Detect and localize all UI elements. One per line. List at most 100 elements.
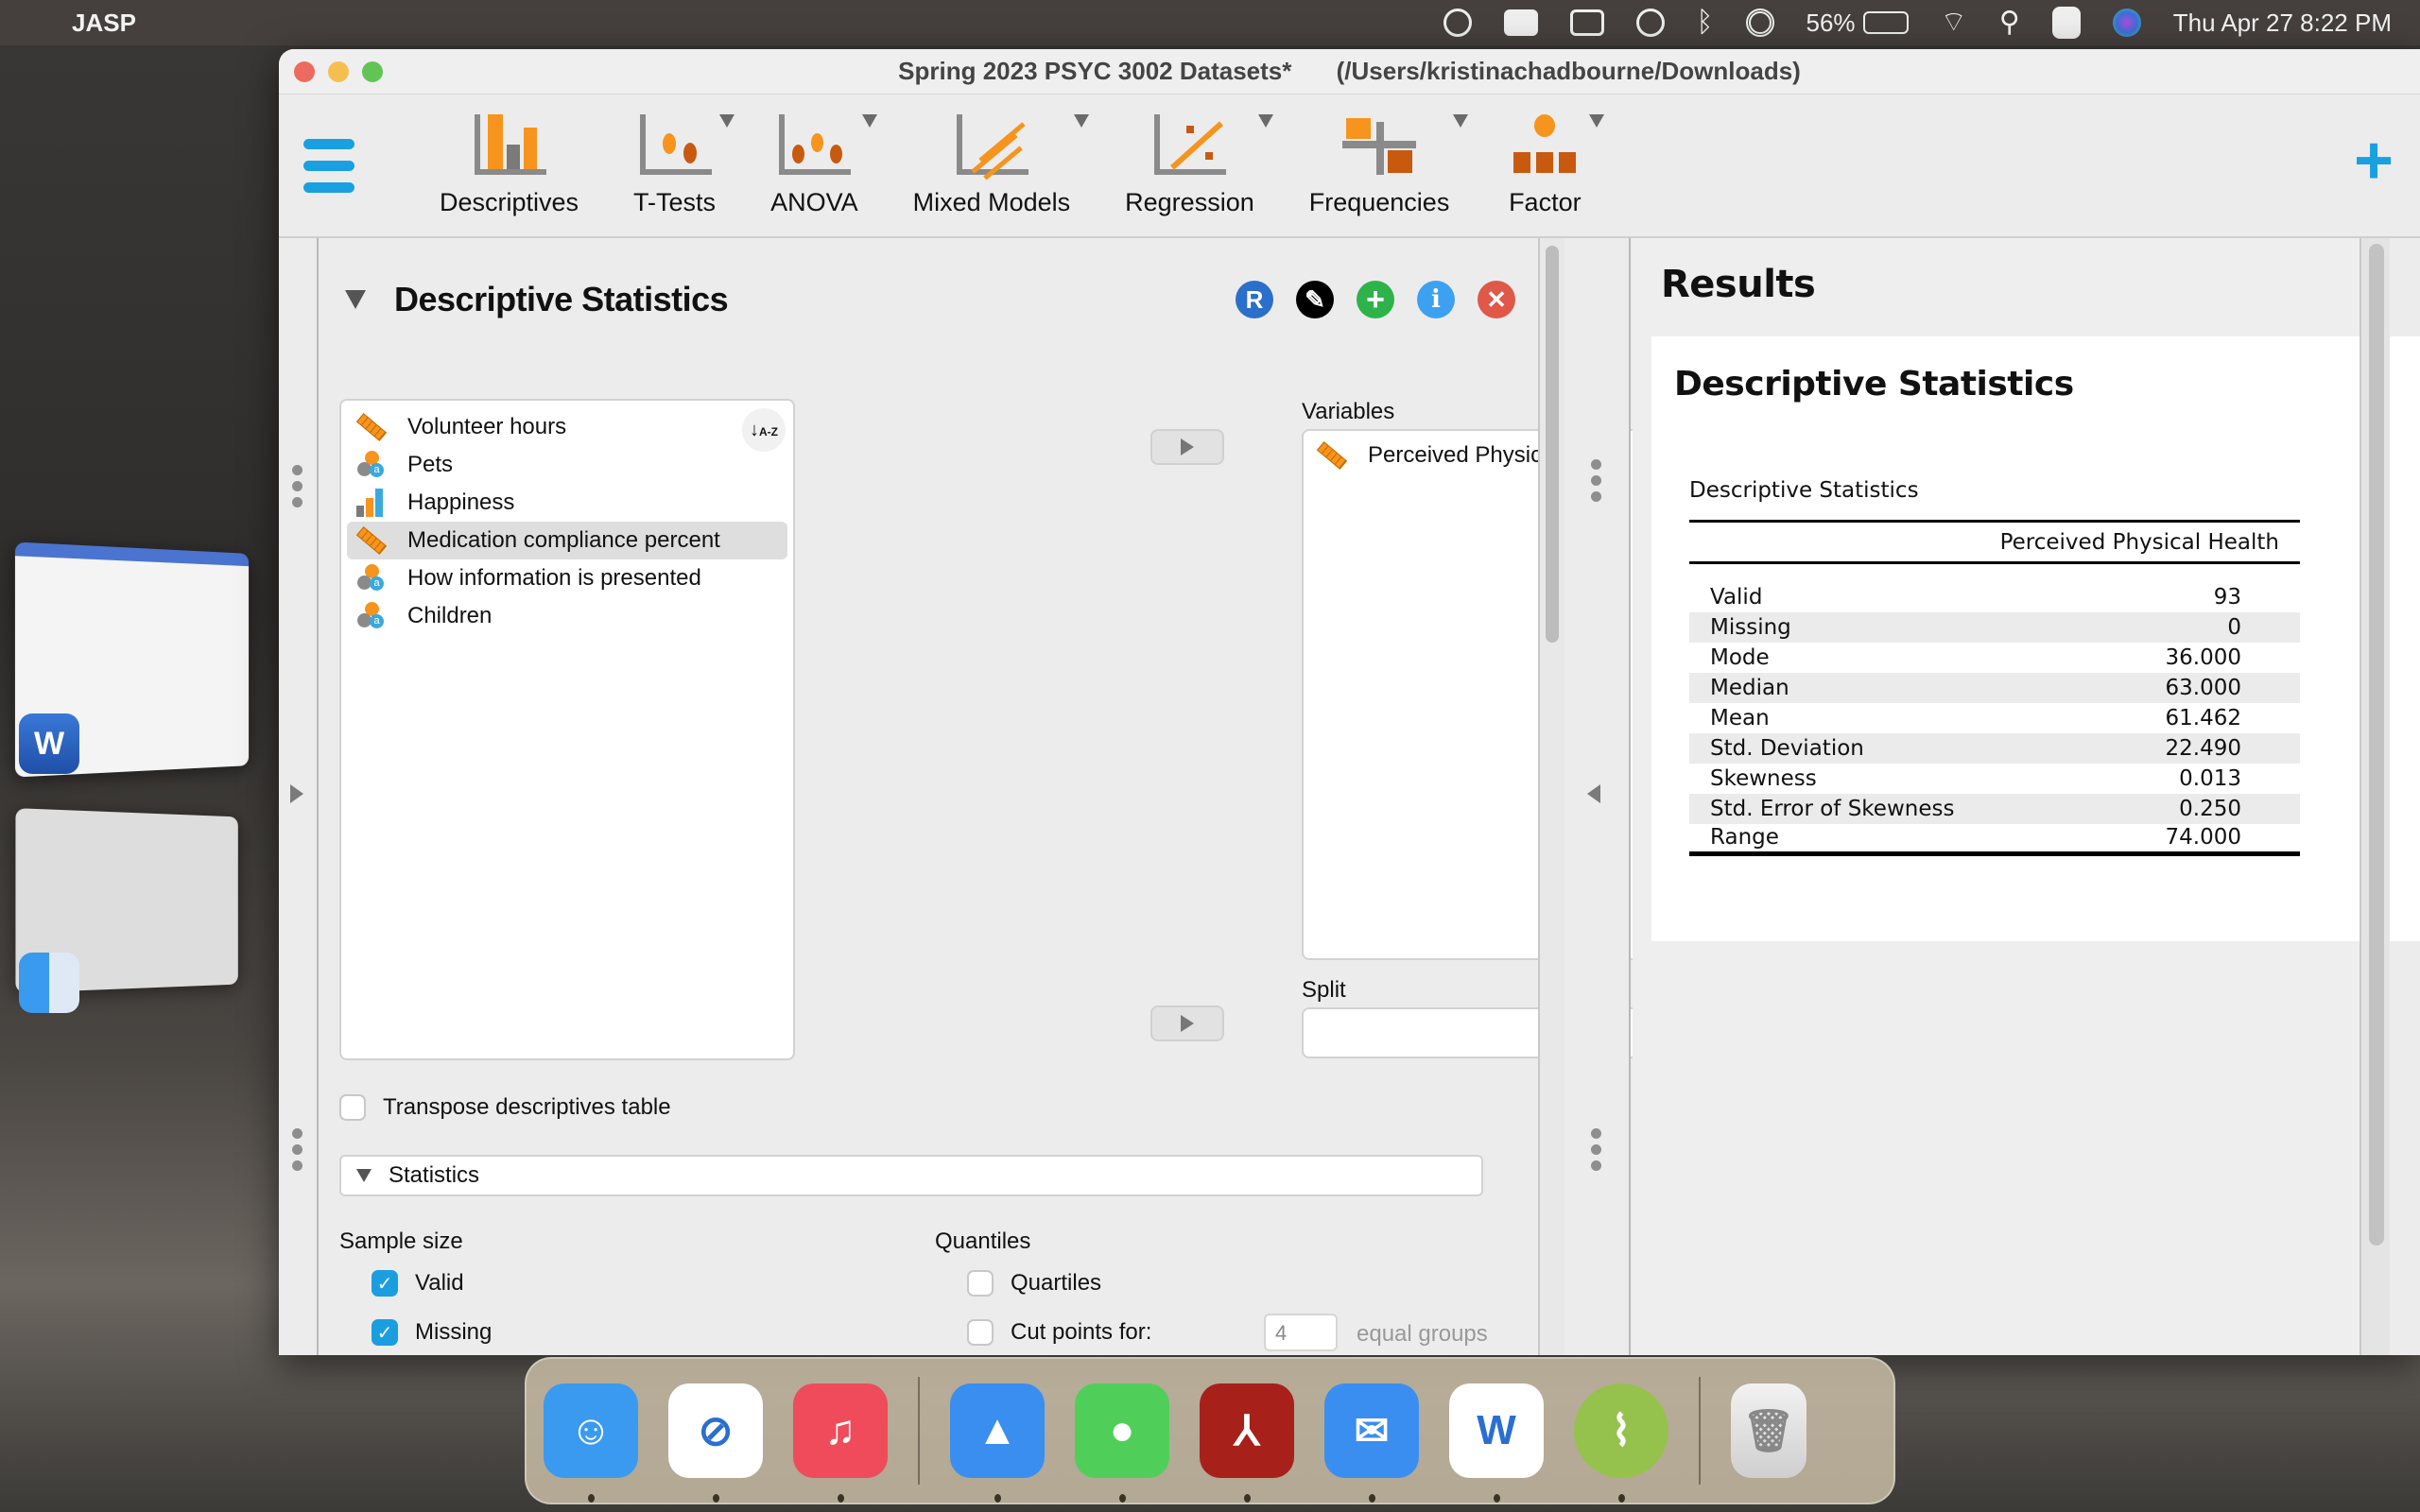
dock-jasp-icon[interactable]: ⌇ <box>1574 1383 1668 1503</box>
data-panel-gutter[interactable] <box>279 238 319 1355</box>
dock-messages-icon[interactable]: ● <box>1075 1383 1169 1503</box>
menu-datetime[interactable]: Thu Apr 27 8:22 PM <box>2173 9 2392 38</box>
stat-label: Std. Deviation <box>1710 735 1864 761</box>
drag-handle-icon[interactable] <box>1591 1128 1602 1171</box>
missing-checkbox[interactable]: ✓ Missing <box>372 1319 492 1346</box>
list-item[interactable]: a How information is presented <box>347 559 787 597</box>
running-indicator <box>588 1494 595 1503</box>
add-module-button[interactable]: + <box>2354 127 2394 195</box>
valid-label: Valid <box>415 1270 464 1296</box>
sort-az-button[interactable]: ↓A-Z <box>742 408 786 452</box>
stat-value: 22.490 <box>2165 735 2241 761</box>
toolbar-label: Descriptives <box>440 187 579 216</box>
battery-status[interactable]: 56% <box>1806 9 1909 38</box>
chevron-down-icon <box>1074 113 1090 128</box>
collapse-caret-icon[interactable] <box>345 290 366 309</box>
analysis-title[interactable]: Descriptive Statistics <box>394 280 729 319</box>
list-item[interactable]: a Pets <box>347 446 787 484</box>
cutpoints-input[interactable]: 4 <box>1264 1314 1338 1351</box>
list-item[interactable]: Volunteer hours <box>347 408 787 446</box>
dock-trash-icon[interactable]: 🗑 <box>1731 1383 1806 1478</box>
dock-word-icon[interactable]: W <box>1449 1383 1544 1503</box>
variable-name: Pets <box>407 452 454 477</box>
dock-acrobat-icon[interactable]: ⅄ <box>1200 1383 1294 1503</box>
variable-name: Medication compliance percent <box>407 527 720 553</box>
toolbar-frequencies[interactable]: Frequencies <box>1308 113 1469 217</box>
toolbar-label: Frequencies <box>1308 187 1450 216</box>
keyboard-icon[interactable] <box>1503 9 1538 36</box>
scale-variable-icon <box>355 526 388 555</box>
list-item[interactable]: a Children <box>347 597 787 635</box>
dock-finder-icon[interactable]: ☺ <box>544 1383 638 1503</box>
transpose-checkbox[interactable]: Transpose descriptives table <box>339 1094 671 1121</box>
dock-mail-icon[interactable]: ✉ <box>1324 1383 1419 1503</box>
checkbox-icon[interactable]: ✓ <box>372 1319 398 1346</box>
statistics-section-header[interactable]: Statistics <box>339 1155 1483 1196</box>
title-bar: Spring 2023 PSYC 3002 Datasets* (/Users/… <box>279 49 2420 94</box>
checkbox-icon[interactable]: ✓ <box>372 1270 398 1297</box>
drag-handle-icon[interactable] <box>292 1128 303 1171</box>
move-to-split-button[interactable] <box>1150 1005 1224 1041</box>
statistics-section-label: Statistics <box>389 1162 480 1188</box>
control-center-icon[interactable] <box>2051 7 2081 39</box>
spotlight-search-icon[interactable]: ⚲ <box>1999 9 2020 37</box>
scrollbar-thumb[interactable] <box>1546 246 1559 643</box>
close-analysis-icon[interactable]: ✕ <box>1478 281 1515 318</box>
cutpoints-checkbox[interactable]: Cut points for: <box>967 1319 1151 1346</box>
dock-music-icon[interactable]: ♫ <box>793 1383 888 1503</box>
collapse-options-arrow-icon[interactable] <box>1587 784 1600 803</box>
bluetooth-icon[interactable]: ᛒ <box>1697 9 1714 37</box>
expand-data-arrow-icon[interactable] <box>290 784 303 803</box>
scrollbar-thumb[interactable] <box>2369 244 2384 1246</box>
variables-label: Variables <box>1302 399 1395 424</box>
info-icon[interactable]: i <box>1417 281 1455 318</box>
source-variables-list[interactable]: Volunteer hours a Pets Happiness Medicat… <box>339 399 795 1060</box>
creative-cloud-icon[interactable] <box>1443 9 1472 37</box>
toolbar-label: Regression <box>1125 187 1254 216</box>
wifi-icon[interactable]: ⌔ <box>1941 9 1967 37</box>
duplicate-icon[interactable]: + <box>1357 281 1394 318</box>
panel-splitter[interactable] <box>1564 238 1631 1355</box>
stage-word-icon[interactable]: W <box>19 713 79 774</box>
checkbox-icon[interactable] <box>967 1319 994 1346</box>
edit-title-icon[interactable]: ✎ <box>1296 281 1334 318</box>
valid-checkbox[interactable]: ✓ Valid <box>372 1270 464 1297</box>
results-scrollbar[interactable] <box>2360 238 2390 1355</box>
drag-handle-icon[interactable] <box>1591 459 1602 502</box>
dock-spark-mail-icon[interactable]: ▲ <box>950 1383 1045 1503</box>
siri-icon[interactable] <box>2112 9 2141 37</box>
battery-percent: 56% <box>1806 8 1856 37</box>
stat-value: 63.000 <box>2165 675 2241 700</box>
table-caption[interactable]: Descriptive Statistics <box>1689 478 1919 503</box>
move-to-variables-button[interactable] <box>1150 429 1224 465</box>
r-syntax-icon[interactable]: R <box>1236 281 1273 318</box>
results-analysis-title[interactable]: Descriptive Statistics <box>1674 365 2074 404</box>
minimize-window-button[interactable] <box>328 60 349 82</box>
list-item-selected[interactable]: Medication compliance percent <box>347 522 787 559</box>
stage-finder-icon[interactable] <box>19 953 79 1013</box>
checkbox-icon[interactable] <box>967 1270 994 1297</box>
toolbar-anova[interactable]: ANOVA <box>770 113 877 217</box>
options-scrollbar[interactable] <box>1538 238 1564 1355</box>
menu-app-name[interactable]: JASP <box>72 9 136 38</box>
close-window-button[interactable] <box>294 60 315 82</box>
drag-handle-icon[interactable] <box>292 465 303 507</box>
display-mirror-icon[interactable] <box>1569 9 1604 36</box>
fullscreen-window-button[interactable] <box>362 60 383 82</box>
toolbar-descriptives[interactable]: Descriptives <box>440 113 579 217</box>
airdrop-icon[interactable] <box>1745 9 1774 37</box>
toolbar-mixed-models[interactable]: Mixed Models <box>913 113 1090 217</box>
play-icon[interactable] <box>1635 9 1665 37</box>
hamburger-menu-icon[interactable] <box>303 138 354 193</box>
toolbar-regression[interactable]: Regression <box>1125 113 1273 217</box>
dock-safari-icon[interactable]: ⊘ <box>668 1383 763 1503</box>
menu-bar: JASP ᛒ 56% ⌔ ⚲ Thu Apr 27 8:22 PM <box>0 0 2420 45</box>
split-label: Split <box>1302 977 1346 1003</box>
list-item[interactable]: Happiness <box>347 484 787 522</box>
checkbox-icon[interactable] <box>339 1094 366 1121</box>
toolbar-t-tests[interactable]: T-Tests <box>633 113 735 217</box>
toolbar-factor[interactable]: Factor <box>1504 113 1605 217</box>
quartiles-checkbox[interactable]: Quartiles <box>967 1270 1101 1297</box>
stat-label: Median <box>1710 675 1789 700</box>
running-indicator <box>1369 1494 1375 1503</box>
